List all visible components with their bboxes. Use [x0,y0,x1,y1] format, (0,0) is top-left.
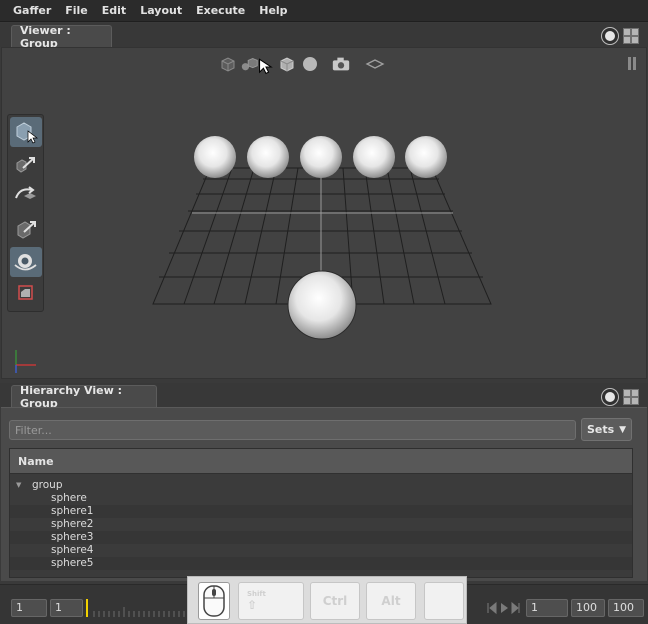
tree-label: sphere3 [51,531,94,543]
menu-edit[interactable]: Edit [95,4,133,17]
tree-row-sphere4[interactable]: sphere4 [10,544,632,557]
sphere-object[interactable] [300,136,342,178]
sphere-object[interactable] [247,136,289,178]
scene-view[interactable] [2,48,648,380]
sphere-object[interactable] [353,136,395,178]
tree-label: group [32,479,63,491]
sphere-object[interactable] [405,136,447,178]
tree-label: sphere2 [51,518,94,530]
mouse-icon [198,582,230,620]
menu-file[interactable]: File [58,4,95,17]
playback-frame-field[interactable]: 1 [526,599,568,617]
key-overlay: Shift ⇧ Ctrl Alt [187,576,467,624]
tree-row-group[interactable]: ▼ group [10,479,632,492]
tree-label: sphere1 [51,505,94,517]
tree-label: sphere5 [51,557,94,569]
sphere-object[interactable] [287,270,357,340]
sets-label: Sets [586,423,615,436]
playback-controls[interactable] [486,601,526,615]
end-frame-field[interactable]: 100 [571,599,605,617]
start-frame-field[interactable]: 1 [11,599,47,617]
tree-row-sphere5[interactable]: sphere5 [10,557,632,570]
hierarchy-tab-bar: Hierarchy View : Group [0,383,648,410]
menu-layout[interactable]: Layout [133,4,189,17]
step-back-icon [487,601,497,615]
expand-triangle-icon[interactable]: ▼ [16,479,21,492]
tree-label: sphere4 [51,544,94,556]
panel-target-icon[interactable] [602,28,618,44]
menu-help[interactable]: Help [252,4,294,17]
current-frame-field[interactable]: 1 [50,599,83,617]
panel-layout-icon[interactable] [623,389,639,405]
menu-gaffer[interactable]: Gaffer [6,4,58,17]
tree-row-sphere2[interactable]: sphere2 [10,518,632,531]
sphere-object[interactable] [194,136,236,178]
viewer-tab-bar: Viewer : Group [0,23,648,50]
blank-key [424,582,464,620]
tree-row-sphere[interactable]: sphere [10,492,632,505]
sets-button[interactable]: Sets ▼ [581,418,632,441]
range-end-field[interactable]: 100 [608,599,644,617]
playhead [86,599,88,617]
menu-execute[interactable]: Execute [189,4,252,17]
shift-key: Shift ⇧ [238,582,304,620]
tab-viewer[interactable]: Viewer : Group [11,24,112,50]
column-header-name[interactable]: Name [10,449,632,474]
tree-row-sphere3[interactable]: sphere3 [10,531,632,544]
tree-row-sphere1[interactable]: sphere1 [10,505,632,518]
hierarchy-panel: Sets ▼ Name ▼ group sphere sphere1 spher… [1,407,647,581]
tree-label: sphere [51,492,87,504]
panel-layout-icon[interactable] [623,28,639,44]
axis-gizmo-icon [15,350,36,373]
ctrl-key: Ctrl [310,582,360,620]
alt-key: Alt [366,582,416,620]
shift-arrow-icon: ⇧ [247,598,258,612]
play-icon [501,603,508,613]
hierarchy-tree: Name ▼ group sphere sphere1 sphere2 sphe… [9,448,633,578]
menu-bar: Gaffer File Edit Layout Execute Help [0,0,648,22]
tab-hierarchy[interactable]: Hierarchy View : Group [11,384,157,410]
chevron-down-icon: ▼ [619,424,627,435]
viewport[interactable] [1,47,647,379]
filter-input[interactable] [9,420,576,440]
shift-key-label: Shift [247,590,266,598]
step-forward-icon [511,601,520,615]
panel-target-icon[interactable] [602,389,618,405]
